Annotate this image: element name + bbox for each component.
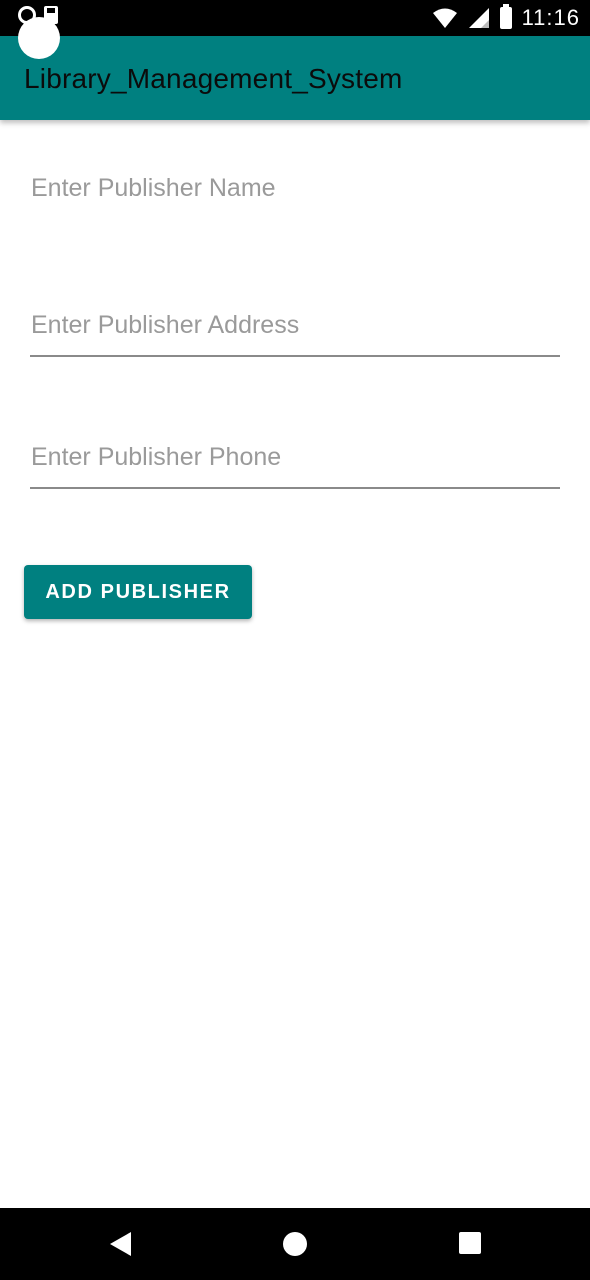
- recent-apps-icon[interactable]: [459, 1232, 481, 1254]
- publisher-name-input[interactable]: [30, 174, 560, 203]
- status-right-icons: 11:16: [432, 4, 580, 32]
- cellular-signal-icon: [468, 8, 489, 28]
- home-icon[interactable]: [283, 1232, 307, 1256]
- phone-screen: 11:16 Library_Management_System ADD PUBL…: [0, 0, 590, 1280]
- navigation-bar: [0, 1208, 590, 1280]
- app-title: Library_Management_System: [24, 63, 403, 94]
- publisher-address-field-container: [30, 311, 560, 357]
- publisher-phone-input[interactable]: [30, 443, 560, 472]
- clock-time: 11:16: [521, 5, 580, 30]
- publisher-address-input[interactable]: [30, 311, 560, 340]
- wifi-icon: [432, 8, 457, 28]
- publisher-name-field-container: [30, 174, 560, 203]
- publisher-phone-field-container: [30, 443, 560, 489]
- publisher-phone-underline: [30, 487, 560, 489]
- app-bar: Library_Management_System: [0, 36, 590, 120]
- form-content: ADD PUBLISHER: [0, 120, 590, 1208]
- floating-overlay-dot[interactable]: [18, 17, 60, 59]
- back-icon[interactable]: [110, 1232, 131, 1256]
- status-bar: 11:16: [0, 0, 590, 36]
- publisher-address-underline: [30, 355, 560, 357]
- battery-icon: [499, 4, 512, 29]
- add-publisher-button[interactable]: ADD PUBLISHER: [24, 565, 252, 619]
